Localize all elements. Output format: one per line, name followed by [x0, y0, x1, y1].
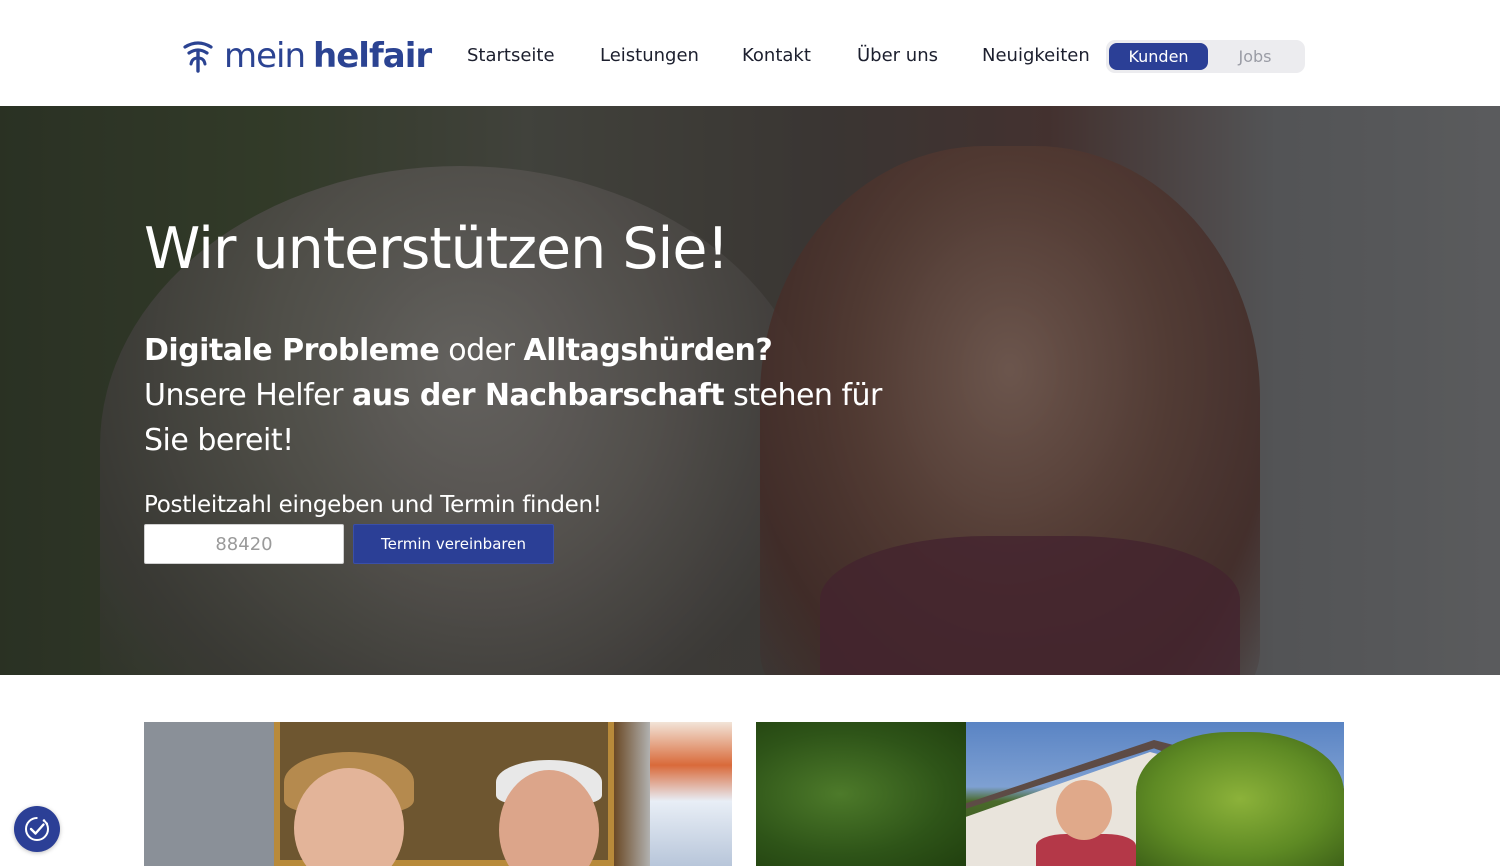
nav-item-ueber-uns[interactable]: Über uns [857, 43, 938, 69]
helfair-logo-icon [183, 41, 213, 73]
card-photo-gardener [1056, 780, 1112, 840]
accessibility-check-icon [25, 817, 49, 841]
nav-item-startseite[interactable]: Startseite [467, 43, 555, 69]
card-photo-hedge [756, 722, 966, 866]
toggle-kunden[interactable]: Kunden [1109, 43, 1208, 70]
brand-name-part1: mein [224, 36, 306, 76]
hero-section: Wir unterstützen Sie! Digitale Probleme … [0, 106, 1500, 675]
brand-logo[interactable]: mein helfair [182, 36, 432, 76]
nav-item-neuigkeiten[interactable]: Neuigkeiten [982, 43, 1090, 69]
brand-name-part2: helfair [313, 36, 432, 76]
zip-input[interactable] [144, 524, 344, 564]
hero-lead-bold-5: aus der Nachbarschaft [351, 378, 725, 413]
brand-name: mein helfair [224, 36, 432, 76]
hero-title: Wir unterstützen Sie! [144, 216, 729, 282]
hero-lead: Digitale Probleme oder Alltagshürden? Un… [144, 328, 904, 463]
card-photo-bush [1136, 732, 1344, 866]
accessibility-button[interactable] [14, 806, 60, 852]
hero-lead-text-2: oder [439, 333, 524, 368]
hero-lead-bold-3: Alltagshürden? [523, 333, 773, 368]
hero-lead-text-4: Unsere Helfer [144, 378, 352, 413]
termin-vereinbaren-button[interactable]: Termin vereinbaren [353, 524, 554, 564]
card-photo-calendar [650, 722, 732, 866]
hero-lead-bold-1: Digitale Probleme [144, 333, 440, 368]
service-card-garden[interactable] [756, 722, 1344, 866]
nav-item-kontakt[interactable]: Kontakt [742, 43, 811, 69]
toggle-jobs[interactable]: Jobs [1208, 43, 1302, 70]
zip-prompt: Postleitzahl eingeben und Termin finden! [144, 492, 602, 518]
audience-toggle: Kunden Jobs [1106, 40, 1305, 73]
nav-item-leistungen[interactable]: Leistungen [600, 43, 699, 69]
site-header: mein helfair Startseite Leistungen Kontak… [0, 0, 1500, 106]
service-card-digital[interactable] [144, 722, 732, 866]
